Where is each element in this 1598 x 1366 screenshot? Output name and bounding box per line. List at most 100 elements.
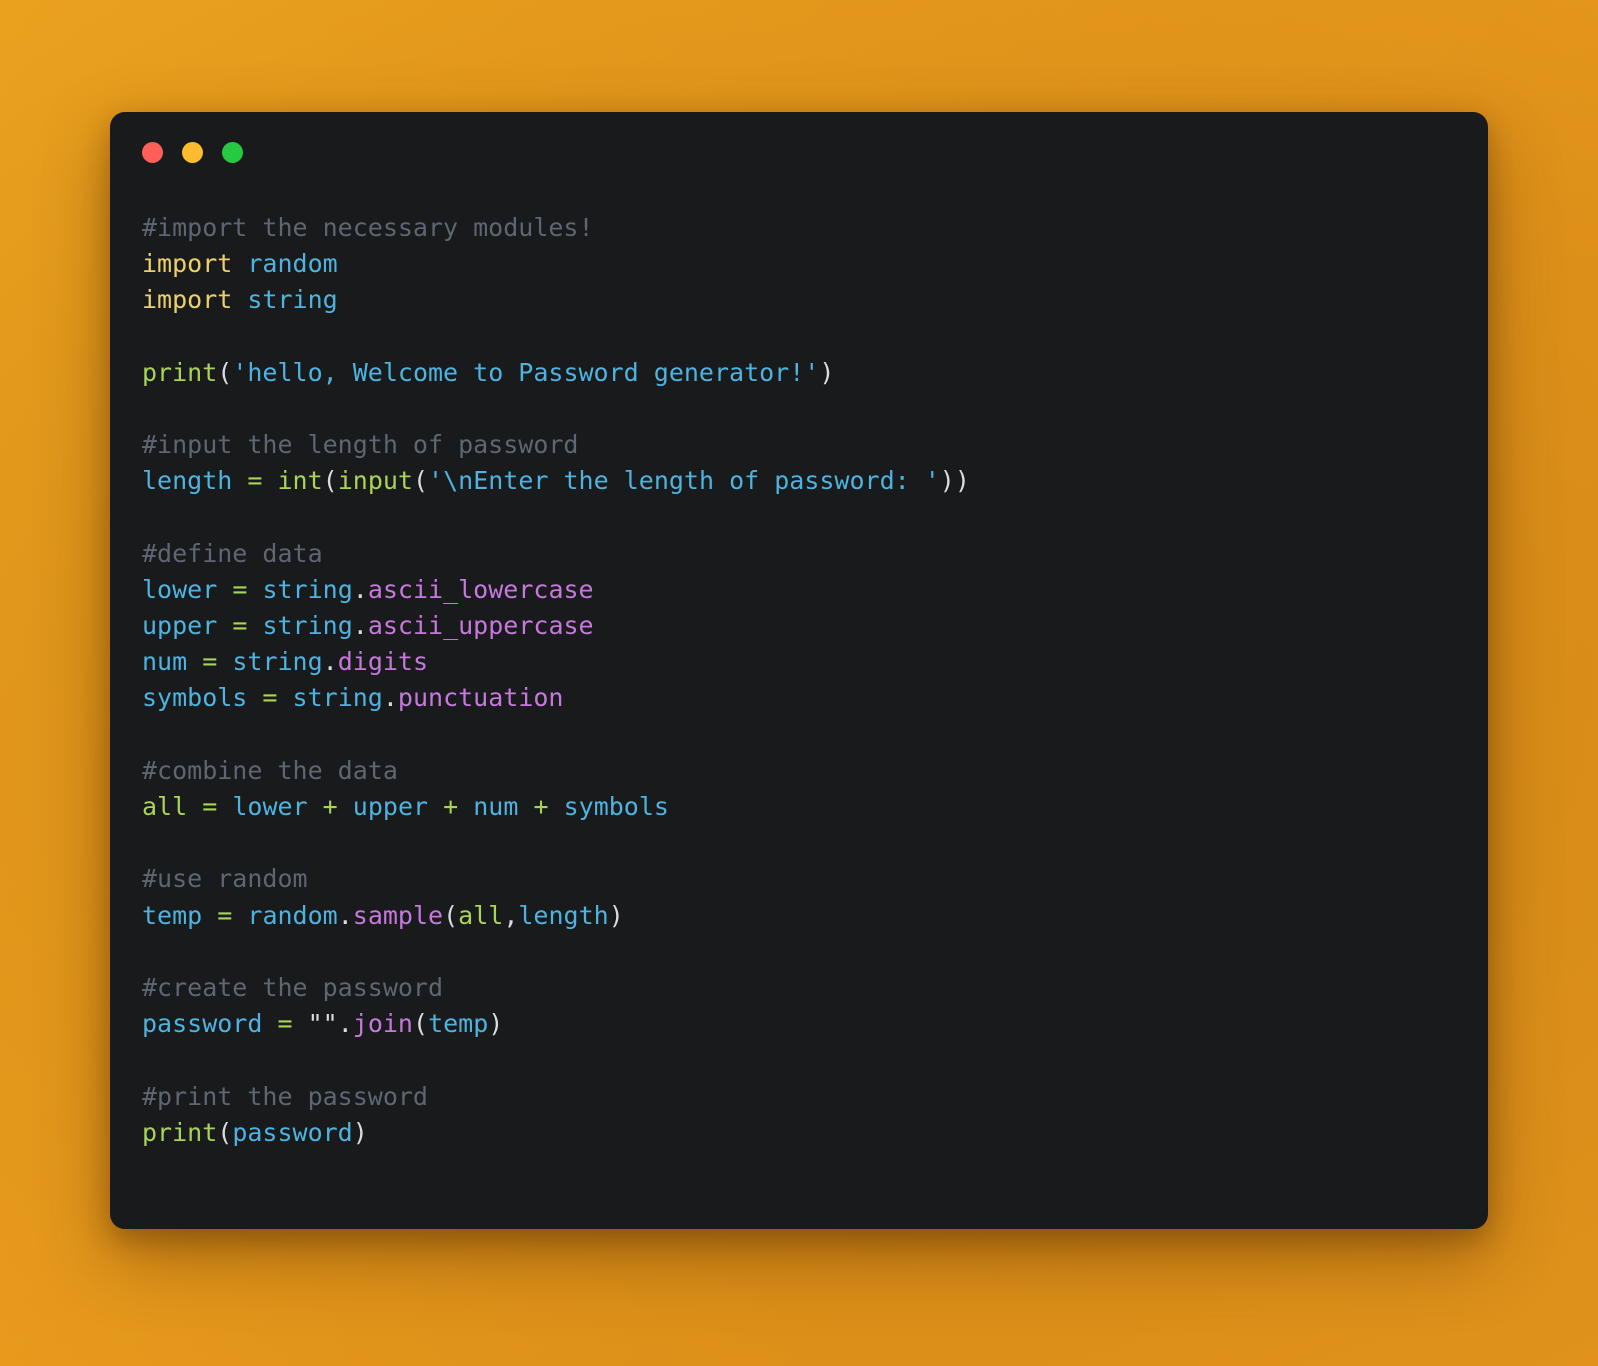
code-line: symbols = string.punctuation xyxy=(142,680,1464,716)
code-token-keyword: import xyxy=(142,249,233,279)
code-token-op: = xyxy=(217,900,233,930)
code-token-var: password xyxy=(142,1009,263,1039)
code-token-op: = xyxy=(202,647,218,677)
code-line: #print the password xyxy=(142,1079,1464,1115)
code-token-var: temp xyxy=(428,1009,489,1039)
code-token-comment: #input the length of password xyxy=(142,430,579,460)
code-token-module: string xyxy=(262,611,353,641)
code-token-comment: #print the password xyxy=(142,1081,428,1111)
code-token-punct: ) xyxy=(608,900,624,930)
code-token-op: = xyxy=(247,466,263,496)
code-token-punct: ) xyxy=(819,357,835,387)
code-token-attr: punctuation xyxy=(397,683,564,713)
code-line: #define data xyxy=(142,536,1464,572)
code-line: temp = random.sample(all,length) xyxy=(142,898,1464,934)
window-titlebar xyxy=(142,142,243,163)
code-token-builtin: print xyxy=(142,357,218,387)
code-token-builtin: int xyxy=(277,466,323,496)
minimize-window-button[interactable] xyxy=(182,142,203,163)
code-token-punct: . xyxy=(337,900,353,930)
code-line: #input the length of password xyxy=(142,427,1464,463)
code-line: import string xyxy=(142,282,1464,318)
code-token-builtin: all xyxy=(458,900,504,930)
code-token-var: lower xyxy=(142,574,218,604)
code-token-module: random xyxy=(247,249,338,279)
code-line: print(password) xyxy=(142,1115,1464,1151)
code-token-var: lower xyxy=(232,792,308,821)
code-line: all = lower + upper + num + symbols xyxy=(142,789,1464,825)
code-token-attr: ascii_lowercase xyxy=(367,574,594,604)
code-token-var: num xyxy=(142,647,188,677)
code-line: #create the password xyxy=(142,970,1464,1006)
code-token-var: upper xyxy=(142,611,218,641)
code-token-op: + xyxy=(533,792,549,821)
code-line: #combine the data xyxy=(142,753,1464,789)
code-token-punct: )) xyxy=(939,466,970,496)
code-token-var: length xyxy=(518,900,609,930)
code-token-punct: . xyxy=(337,1009,353,1039)
code-token-punct: . xyxy=(382,683,398,713)
code-token-comment: #combine the data xyxy=(142,755,398,785)
code-token-op: + xyxy=(322,792,338,821)
code-token-punct: ( xyxy=(412,466,429,496)
code-token-op: = xyxy=(277,1009,293,1039)
code-token-module: string xyxy=(247,285,338,315)
code-token-punct: . xyxy=(322,647,338,677)
code-line: import random xyxy=(142,246,1464,282)
code-block[interactable]: #import the necessary modules! import ran… xyxy=(142,210,1464,1209)
code-token-op: = xyxy=(232,574,248,604)
code-token-op: = xyxy=(202,792,218,821)
maximize-window-button[interactable] xyxy=(222,142,243,163)
code-token-string: '\nEnter the length of password: ' xyxy=(428,466,940,496)
code-token-comment: #use random xyxy=(142,864,308,894)
code-token-builtin: input xyxy=(337,466,413,496)
code-token-punct: . xyxy=(352,574,368,604)
code-token-punct: ( xyxy=(443,900,459,930)
code-line: password = "".join(temp) xyxy=(142,1006,1464,1042)
close-window-button[interactable] xyxy=(142,142,163,163)
code-token-var: symbols xyxy=(563,792,669,821)
code-token-var: length xyxy=(142,466,233,496)
code-token-builtin: print xyxy=(142,1117,218,1147)
code-snippet-card: #import the necessary modules! import ran… xyxy=(110,112,1488,1229)
code-token-attr: join xyxy=(352,1009,413,1039)
code-token-punct: "" xyxy=(307,1009,338,1039)
code-token-var: symbols xyxy=(142,683,248,713)
code-token-module: string xyxy=(232,647,323,677)
code-token-module: string xyxy=(262,574,353,604)
code-token-var: temp xyxy=(142,900,203,930)
code-token-string: 'hello, Welcome to Password generator!' xyxy=(232,357,820,387)
code-token-builtin: all xyxy=(142,792,188,821)
code-token-module: random xyxy=(247,900,338,930)
code-token-comment: #define data xyxy=(142,538,323,568)
code-line: lower = string.ascii_lowercase xyxy=(142,572,1464,608)
code-token-punct: . xyxy=(352,611,368,641)
code-token-punct: ( xyxy=(217,1117,233,1147)
code-token-punct: ( xyxy=(413,1009,429,1039)
code-token-punct: ( xyxy=(322,466,338,496)
code-token-attr: ascii_uppercase xyxy=(367,611,594,641)
code-line: length = int(input('\nEnter the length o… xyxy=(142,463,1464,499)
